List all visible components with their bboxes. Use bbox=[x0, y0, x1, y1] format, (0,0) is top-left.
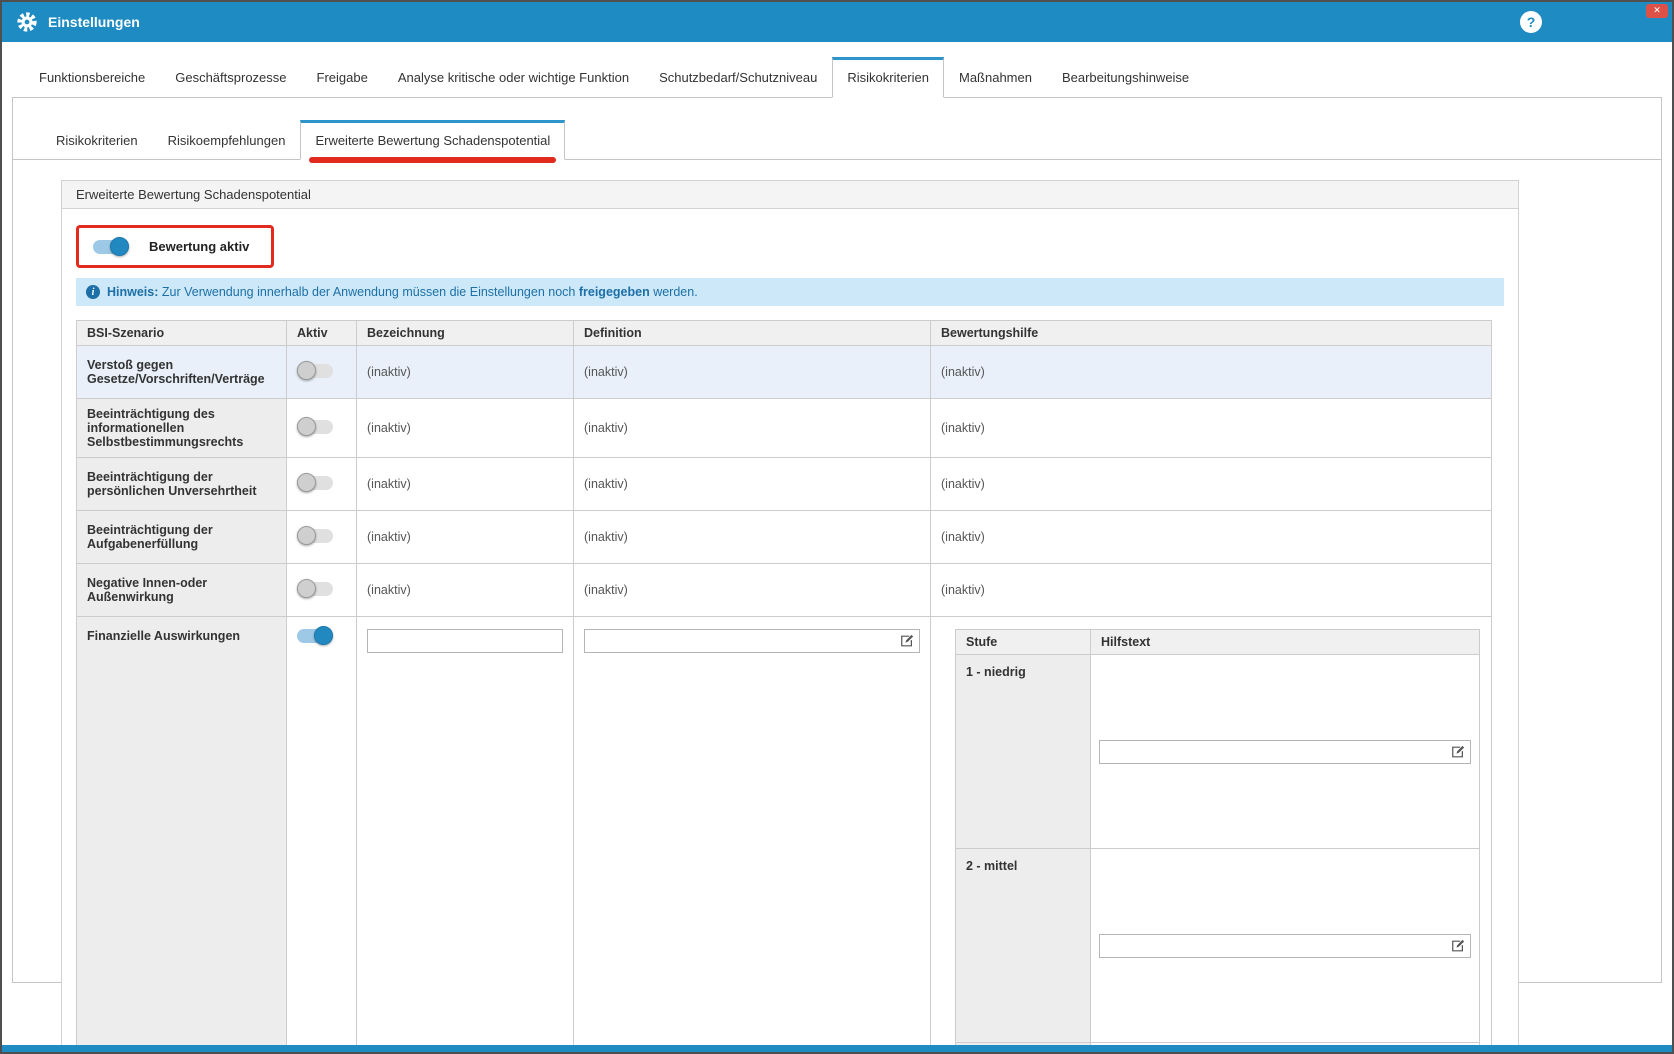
header-hilfstext: Hilfstext bbox=[1091, 630, 1480, 655]
titlebar: Einstellungen ? bbox=[2, 2, 1672, 42]
settings-window: Einstellungen ? ✕ Funktionsbereiche Gesc… bbox=[0, 0, 1674, 1054]
sub-tab-label: Erweiterte Bewertung Schadenspotential bbox=[315, 133, 550, 148]
gear-icon bbox=[16, 11, 38, 33]
table-row: Verstoß gegen Gesetze/Vorschriften/Vertr… bbox=[77, 346, 1492, 399]
hint-bar: i Hinweis: Zur Verwendung innerhalb der … bbox=[76, 278, 1504, 306]
definition-value: (inaktiv) bbox=[574, 346, 931, 399]
main-tab-funktionsbereiche[interactable]: Funktionsbereiche bbox=[24, 57, 160, 97]
table-row-finanzielle-auswirkungen: Finanzielle Auswirkungen bbox=[77, 617, 1492, 1054]
risikokriterien-panel: Risikokriterien Risikoempfehlungen Erwei… bbox=[12, 97, 1662, 983]
toggle-knob bbox=[297, 473, 316, 492]
definition-value: (inaktiv) bbox=[574, 511, 931, 564]
finanzielle-toggle[interactable] bbox=[297, 629, 333, 643]
bsi-szenario-table: BSI-Szenario Aktiv Bezeichnung Definitio… bbox=[76, 320, 1492, 1054]
bewertung-aktiv-toggle[interactable] bbox=[93, 240, 129, 254]
header-bewertungshilfe: Bewertungshilfe bbox=[931, 321, 1492, 346]
bewertung-aktiv-label: Bewertung aktiv bbox=[149, 239, 249, 254]
hint-text: Hinweis: Zur Verwendung innerhalb der An… bbox=[107, 285, 698, 299]
scenario-toggle[interactable] bbox=[297, 582, 333, 596]
help-icon[interactable]: ? bbox=[1520, 11, 1542, 33]
panel-body: Bewertung aktiv i Hinweis: Zur Verwendun… bbox=[62, 209, 1518, 1054]
stufe-row: 2 - mittel bbox=[956, 849, 1480, 1043]
table-row: Beeinträchtigung des informationellen Se… bbox=[77, 399, 1492, 458]
hilfstext-input[interactable] bbox=[1099, 740, 1471, 764]
table-row: Beeinträchtigung der Aufgabenerfüllung (… bbox=[77, 511, 1492, 564]
sub-tab-risikoempfehlungen[interactable]: Risikoempfehlungen bbox=[153, 120, 301, 159]
bezeichnung-input[interactable] bbox=[367, 629, 563, 653]
hilfstext-input-wrap bbox=[1099, 740, 1471, 764]
erweiterte-bewertung-panel: Erweiterte Bewertung Schadenspotential B… bbox=[61, 180, 1519, 1054]
window-title: Einstellungen bbox=[48, 14, 140, 30]
table-header-row: BSI-Szenario Aktiv Bezeichnung Definitio… bbox=[77, 321, 1492, 346]
header-aktiv: Aktiv bbox=[287, 321, 357, 346]
hint-label: Hinweis: bbox=[107, 285, 158, 299]
red-annotation-box: Bewertung aktiv bbox=[76, 225, 274, 268]
table-row: Beeinträchtigung der persönlichen Unvers… bbox=[77, 458, 1492, 511]
bewertungshilfe-value: (inaktiv) bbox=[931, 346, 1492, 399]
toggle-knob bbox=[297, 579, 316, 598]
hilfstext-input[interactable] bbox=[1099, 934, 1471, 958]
stufe-label: 1 - niedrig bbox=[956, 655, 1091, 849]
bezeichnung-value: (inaktiv) bbox=[357, 564, 574, 617]
stufe-row: 1 - niedrig bbox=[956, 655, 1480, 849]
stufe-table: Stufe Hilfstext 1 - niedrig bbox=[955, 629, 1480, 1054]
definition-value: (inaktiv) bbox=[574, 564, 931, 617]
definition-value: (inaktiv) bbox=[574, 458, 931, 511]
main-tab-analyse-kritische-funktion[interactable]: Analyse kritische oder wichtige Funktion bbox=[383, 57, 644, 97]
hint-text-before: Zur Verwendung innerhalb der Anwendung m… bbox=[162, 285, 575, 299]
scenario-label: Verstoß gegen Gesetze/Vorschriften/Vertr… bbox=[77, 346, 287, 399]
stufe-header-row: Stufe Hilfstext bbox=[956, 630, 1480, 655]
header-definition: Definition bbox=[574, 321, 931, 346]
bottom-accent-bar bbox=[2, 1045, 1672, 1052]
header-stufe: Stufe bbox=[956, 630, 1091, 655]
stufe-label: 2 - mittel bbox=[956, 849, 1091, 1043]
toggle-knob bbox=[297, 361, 316, 380]
toggle-knob bbox=[314, 626, 333, 645]
hint-text-after: werden. bbox=[653, 285, 697, 299]
main-tab-risikokriterien[interactable]: Risikokriterien bbox=[832, 57, 944, 98]
panel-title: Erweiterte Bewertung Schadenspotential bbox=[62, 181, 1518, 209]
scenario-label: Finanzielle Auswirkungen bbox=[77, 617, 287, 1054]
scenario-toggle[interactable] bbox=[297, 476, 333, 490]
bezeichnung-value: (inaktiv) bbox=[357, 346, 574, 399]
scenario-toggle[interactable] bbox=[297, 364, 333, 378]
header-bsi-szenario: BSI-Szenario bbox=[77, 321, 287, 346]
main-tab-schutzbedarf[interactable]: Schutzbedarf/Schutzniveau bbox=[644, 57, 832, 97]
close-icon[interactable]: ✕ bbox=[1646, 4, 1668, 18]
bezeichnung-value: (inaktiv) bbox=[357, 399, 574, 458]
toggle-knob bbox=[297, 526, 316, 545]
bewertungshilfe-value: (inaktiv) bbox=[931, 564, 1492, 617]
bewertungshilfe-value: (inaktiv) bbox=[931, 458, 1492, 511]
scenario-label: Negative Innen-oder Außenwirkung bbox=[77, 564, 287, 617]
info-icon: i bbox=[86, 285, 100, 299]
bezeichnung-value: (inaktiv) bbox=[357, 458, 574, 511]
tabs-wrap: Funktionsbereiche Geschäftsprozesse Frei… bbox=[12, 57, 1662, 983]
bewertungshilfe-value: (inaktiv) bbox=[931, 399, 1492, 458]
hint-bold-word: freigegeben bbox=[579, 285, 650, 299]
hilfstext-input-wrap bbox=[1099, 934, 1471, 958]
scenario-label: Beeinträchtigung der persönlichen Unvers… bbox=[77, 458, 287, 511]
scenario-toggle[interactable] bbox=[297, 529, 333, 543]
main-tab-geschaeftsprozesse[interactable]: Geschäftsprozesse bbox=[160, 57, 301, 97]
toggle-knob bbox=[110, 237, 129, 256]
main-tab-bearbeitungshinweise[interactable]: Bearbeitungshinweise bbox=[1047, 57, 1204, 97]
sub-tab-bar: Risikokriterien Risikoempfehlungen Erwei… bbox=[13, 120, 1661, 160]
header-bezeichnung: Bezeichnung bbox=[357, 321, 574, 346]
sub-tab-risikokriterien[interactable]: Risikokriterien bbox=[41, 120, 153, 159]
scenario-label: Beeinträchtigung des informationellen Se… bbox=[77, 399, 287, 458]
bewertungshilfe-value: (inaktiv) bbox=[931, 511, 1492, 564]
definition-input[interactable] bbox=[584, 629, 920, 653]
red-underline-annotation bbox=[309, 157, 556, 163]
definition-input-wrap bbox=[584, 629, 920, 653]
definition-value: (inaktiv) bbox=[574, 399, 931, 458]
main-tab-freigabe[interactable]: Freigabe bbox=[302, 57, 383, 97]
main-tab-massnahmen[interactable]: Maßnahmen bbox=[944, 57, 1047, 97]
bezeichnung-value: (inaktiv) bbox=[357, 511, 574, 564]
main-tab-bar: Funktionsbereiche Geschäftsprozesse Frei… bbox=[12, 57, 1662, 97]
table-row: Negative Innen-oder Außenwirkung (inakti… bbox=[77, 564, 1492, 617]
scenario-label: Beeinträchtigung der Aufgabenerfüllung bbox=[77, 511, 287, 564]
toggle-knob bbox=[297, 417, 316, 436]
scenario-toggle[interactable] bbox=[297, 420, 333, 434]
sub-tab-erweiterte-bewertung[interactable]: Erweiterte Bewertung Schadenspotential bbox=[300, 120, 565, 160]
